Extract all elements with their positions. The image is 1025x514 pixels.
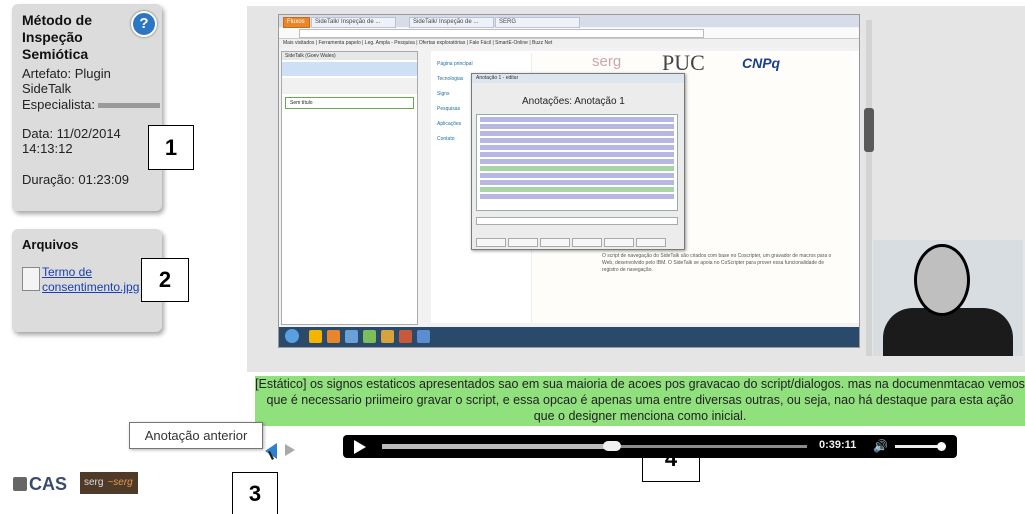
taskbar-app-icon [381, 330, 394, 343]
sidetalk-list-item: Sem título [285, 97, 414, 109]
specialist-label: Especialista: [22, 97, 160, 112]
dialog-titlebar: Anotação 1 - editar [472, 74, 684, 83]
sidetalk-header: SideTalk (Goev Wales) [282, 52, 417, 60]
info-panel: Método de Inspeção Semiótica ? Artefato:… [12, 4, 162, 211]
specialist-redacted [97, 103, 160, 109]
taskbar-app-icon [417, 330, 430, 343]
volume-icon[interactable]: 🔊 [873, 439, 888, 453]
taskbar-app-icon [327, 330, 340, 343]
browser-tab: SERG [495, 17, 580, 28]
serg-logo-text: serg [592, 53, 622, 70]
previous-annotation-tooltip: Anotação anterior [129, 422, 263, 449]
cas-logo-icon [13, 477, 27, 491]
sidetalk-toolbar [282, 62, 417, 76]
artifact-label: Artefato: Plugin SideTalk [22, 66, 111, 96]
play-icon[interactable] [353, 440, 367, 454]
document-icon [22, 267, 40, 291]
duration-label: Duração: 01:23:09 [22, 172, 129, 187]
progress-handle[interactable] [602, 441, 621, 451]
taskbar-app-icon [309, 330, 322, 343]
video-player-controls: 0:39:11 🔊 [343, 435, 957, 458]
start-orb-icon [285, 329, 299, 343]
previous-annotation-icon[interactable] [264, 442, 278, 460]
serg-signature-icon: ~serg [107, 477, 133, 488]
browser-urlbar [279, 28, 859, 39]
taskbar-app-icon [363, 330, 376, 343]
browser-tabbar: Fluxos SideTalk/ Inspeção de ... SideTal… [279, 15, 859, 28]
volume-handle[interactable] [937, 442, 946, 451]
scrollbar-thumb[interactable] [864, 108, 874, 152]
taskbar-app-icon [345, 330, 358, 343]
annotation-dialog: Anotação 1 - editar Anotações: Anotação … [471, 73, 685, 250]
sidetalk-toolbar-2 [282, 78, 417, 94]
dialog-heading: Anotações: Anotação 1 [522, 96, 625, 107]
files-title: Arquivos [22, 237, 79, 252]
web-paragraph: O script de navegação do SideTalk são cr… [602, 253, 832, 273]
sidetalk-sidebar: SideTalk (Goev Wales) Sem título [281, 51, 418, 325]
dialog-textarea [476, 114, 678, 211]
browser-tab: SideTalk/ Inspeção de ... [409, 17, 494, 28]
blurred-face [914, 244, 970, 316]
help-icon[interactable]: ? [131, 11, 157, 37]
dialog-buttons [476, 234, 676, 247]
cnpq-logo-text: CNPq [742, 55, 781, 71]
consent-file-link[interactable]: Termo de consentimento.jpg [42, 265, 139, 295]
current-time: 0:39:11 [819, 439, 857, 451]
web-nav-item: Página principal [437, 61, 473, 67]
method-title: Método de Inspeção Semiótica [22, 12, 92, 62]
taskbar-app-icon [399, 330, 412, 343]
files-panel: Arquivos Termo de consentimento.jpg [12, 229, 162, 332]
next-annotation-icon[interactable] [284, 443, 296, 457]
cas-logo: CAS [13, 474, 67, 495]
date-label: Data: 11/02/2014 14:13:12 [22, 126, 121, 156]
cas-logo-text: CAS [29, 474, 68, 494]
browser-tab: Fluxos [283, 17, 310, 28]
web-logos: serg PUC CNPq [592, 50, 780, 75]
bookmarks-bar: Mais visitados | Ferramenta papelo | Leg… [279, 39, 859, 48]
browser-tab: SideTalk/ Inspeção de ... [311, 17, 396, 28]
dialog-input [476, 217, 678, 225]
annotation-text: [Estático] os signos estaticos apresenta… [255, 376, 1025, 426]
badge-2: 2 [141, 258, 189, 302]
progress-buffered [382, 444, 612, 449]
webcam-overlay [873, 240, 1023, 356]
windows-taskbar [279, 327, 859, 347]
serg-logo: serg ~serg [80, 472, 138, 494]
badge-3: 3 [232, 472, 278, 514]
badge-1: 1 [148, 125, 194, 170]
video-scrollbar[interactable] [864, 20, 874, 356]
recorded-screen: Fluxos SideTalk/ Inspeção de ... SideTal… [278, 14, 860, 348]
serg-logo-text: serg [84, 477, 104, 488]
specialist-text: Especialista: [22, 97, 95, 112]
person-shirt [883, 308, 1013, 356]
